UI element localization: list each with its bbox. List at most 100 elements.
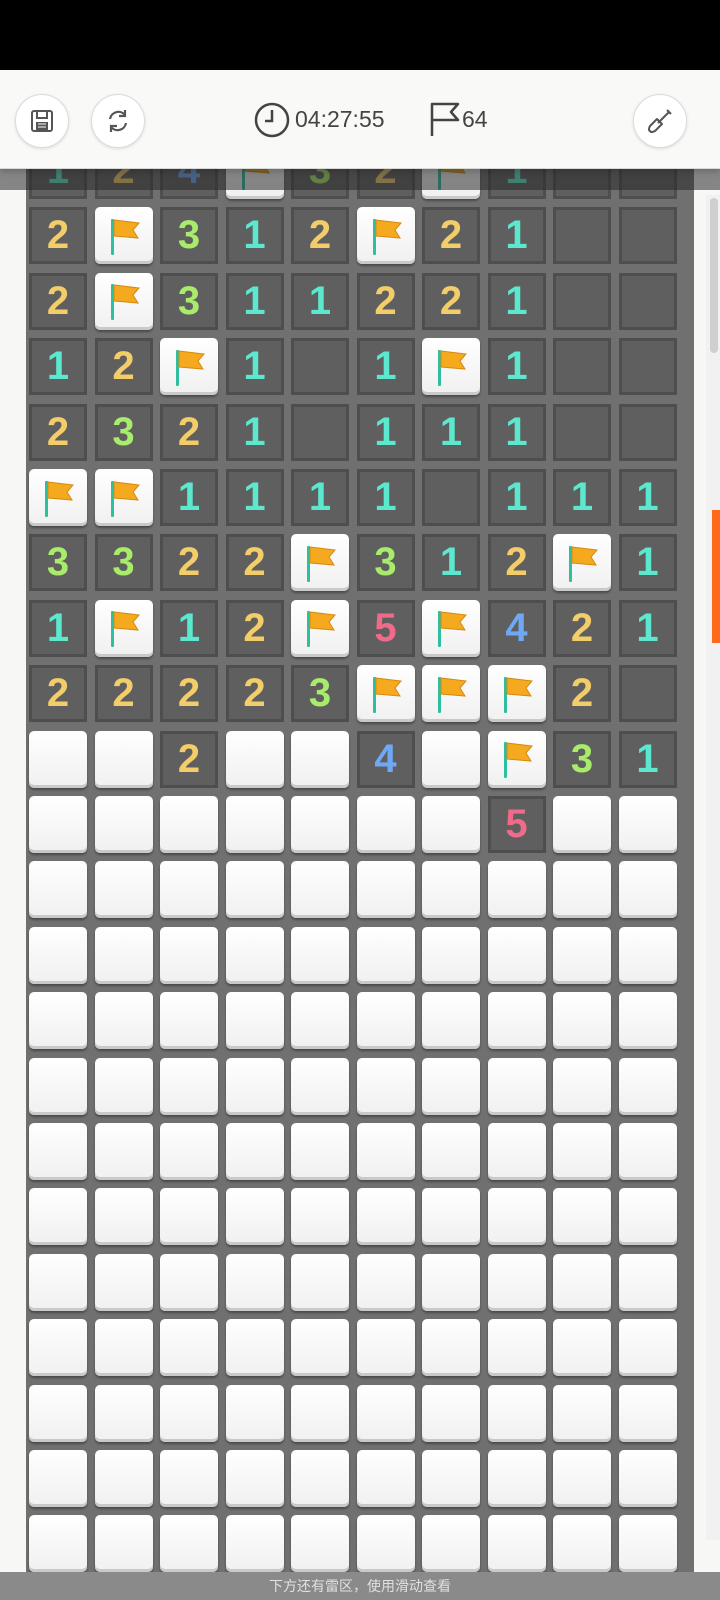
board-cell[interactable] bbox=[422, 1319, 480, 1377]
board-cell[interactable] bbox=[553, 1515, 611, 1573]
board-cell[interactable] bbox=[422, 1515, 480, 1573]
board-cell[interactable] bbox=[94, 861, 153, 919]
board-cell[interactable] bbox=[618, 1253, 677, 1311]
board-cell[interactable] bbox=[356, 992, 415, 1050]
board-cell[interactable] bbox=[487, 665, 546, 723]
board-cell[interactable] bbox=[422, 1057, 480, 1115]
board-cell[interactable] bbox=[618, 926, 677, 984]
board-cell[interactable] bbox=[356, 1123, 415, 1180]
board-cell[interactable] bbox=[94, 1450, 153, 1507]
board-cell[interactable] bbox=[487, 992, 546, 1050]
board-cell[interactable] bbox=[29, 861, 87, 919]
board-cell[interactable] bbox=[291, 599, 349, 657]
board-cell[interactable] bbox=[487, 1384, 546, 1442]
board-cell[interactable] bbox=[225, 1450, 284, 1507]
board-cell[interactable] bbox=[291, 1253, 349, 1311]
board-cell[interactable] bbox=[291, 796, 349, 853]
board-cell[interactable] bbox=[291, 1384, 349, 1442]
board-cell[interactable] bbox=[618, 1319, 677, 1377]
board-cell[interactable] bbox=[291, 1319, 349, 1377]
board-cell[interactable] bbox=[487, 1515, 546, 1573]
board-cell[interactable] bbox=[160, 1450, 218, 1507]
board-cell[interactable] bbox=[29, 992, 87, 1050]
board-cell[interactable] bbox=[225, 1123, 284, 1180]
board-cell[interactable] bbox=[422, 1188, 480, 1246]
board-cell[interactable] bbox=[356, 1515, 415, 1573]
board-cell[interactable] bbox=[29, 926, 87, 984]
board-cell[interactable] bbox=[487, 1450, 546, 1507]
board-cell[interactable] bbox=[356, 1057, 415, 1115]
board-cell[interactable] bbox=[225, 1515, 284, 1573]
board-cell[interactable] bbox=[94, 469, 153, 526]
board-cell[interactable] bbox=[356, 1188, 415, 1246]
board-cell[interactable] bbox=[29, 1123, 87, 1180]
board-cell[interactable] bbox=[94, 1319, 153, 1377]
board-cell[interactable] bbox=[618, 1450, 677, 1507]
board-cell[interactable] bbox=[618, 1515, 677, 1573]
board-cell[interactable] bbox=[487, 1319, 546, 1377]
board-cell[interactable] bbox=[94, 1057, 153, 1115]
board-cell[interactable] bbox=[487, 861, 546, 919]
board-cell[interactable] bbox=[356, 796, 415, 853]
board-cell[interactable] bbox=[422, 338, 480, 396]
board-cell[interactable] bbox=[291, 1123, 349, 1180]
board-cell[interactable] bbox=[356, 207, 415, 265]
board-cell[interactable] bbox=[94, 730, 153, 788]
dig-tool-button[interactable] bbox=[633, 94, 687, 148]
board-cell[interactable] bbox=[29, 469, 87, 526]
board-cell[interactable] bbox=[94, 992, 153, 1050]
board-cell[interactable] bbox=[422, 796, 480, 853]
board-cell[interactable] bbox=[94, 599, 153, 657]
board-cell[interactable] bbox=[291, 1450, 349, 1507]
board-cell[interactable] bbox=[225, 796, 284, 853]
board-cell[interactable] bbox=[422, 926, 480, 984]
board-cell[interactable] bbox=[618, 1188, 677, 1246]
board-cell[interactable] bbox=[29, 1188, 87, 1246]
board-cell[interactable] bbox=[422, 1450, 480, 1507]
board-cell[interactable] bbox=[225, 926, 284, 984]
board-cell[interactable] bbox=[356, 1384, 415, 1442]
board-cell[interactable] bbox=[487, 1253, 546, 1311]
board-cell[interactable] bbox=[160, 992, 218, 1050]
board-cell[interactable] bbox=[553, 1253, 611, 1311]
board-cell[interactable] bbox=[487, 1123, 546, 1180]
board-cell[interactable] bbox=[94, 1123, 153, 1180]
board-cell[interactable] bbox=[94, 1253, 153, 1311]
board-cell[interactable] bbox=[291, 1515, 349, 1573]
board-cell[interactable] bbox=[225, 992, 284, 1050]
board-cell[interactable] bbox=[553, 926, 611, 984]
board-cell[interactable] bbox=[553, 992, 611, 1050]
board-cell[interactable] bbox=[160, 861, 218, 919]
board-cell[interactable] bbox=[225, 1057, 284, 1115]
board-cell[interactable] bbox=[356, 1450, 415, 1507]
board-cell[interactable] bbox=[291, 992, 349, 1050]
board-cell[interactable] bbox=[291, 1057, 349, 1115]
board-cell[interactable] bbox=[291, 926, 349, 984]
board-cell[interactable] bbox=[29, 1319, 87, 1377]
board-cell[interactable] bbox=[94, 1384, 153, 1442]
board-cell[interactable] bbox=[160, 1057, 218, 1115]
board-cell[interactable] bbox=[160, 1188, 218, 1246]
board-cell[interactable] bbox=[618, 861, 677, 919]
board-cell[interactable] bbox=[225, 861, 284, 919]
board-cell[interactable] bbox=[422, 861, 480, 919]
board-cell[interactable] bbox=[94, 272, 153, 330]
board-cell[interactable] bbox=[553, 1319, 611, 1377]
board-cell[interactable] bbox=[356, 926, 415, 984]
board-cell[interactable] bbox=[29, 730, 87, 788]
board-cell[interactable] bbox=[553, 1057, 611, 1115]
board-cell[interactable] bbox=[553, 534, 611, 592]
board-cell[interactable] bbox=[29, 1515, 87, 1573]
board-cell[interactable] bbox=[422, 1253, 480, 1311]
board-cell[interactable] bbox=[225, 1384, 284, 1442]
save-button[interactable] bbox=[15, 94, 69, 148]
board-cell[interactable] bbox=[160, 1384, 218, 1442]
scrollbar-thumb[interactable] bbox=[710, 198, 718, 353]
board-cell[interactable] bbox=[94, 1515, 153, 1573]
board-cell[interactable] bbox=[422, 730, 480, 788]
board-cell[interactable] bbox=[291, 534, 349, 592]
board-cell[interactable] bbox=[356, 861, 415, 919]
board-cell[interactable] bbox=[94, 796, 153, 853]
board-cell[interactable] bbox=[160, 338, 218, 396]
board-cell[interactable] bbox=[422, 599, 480, 657]
